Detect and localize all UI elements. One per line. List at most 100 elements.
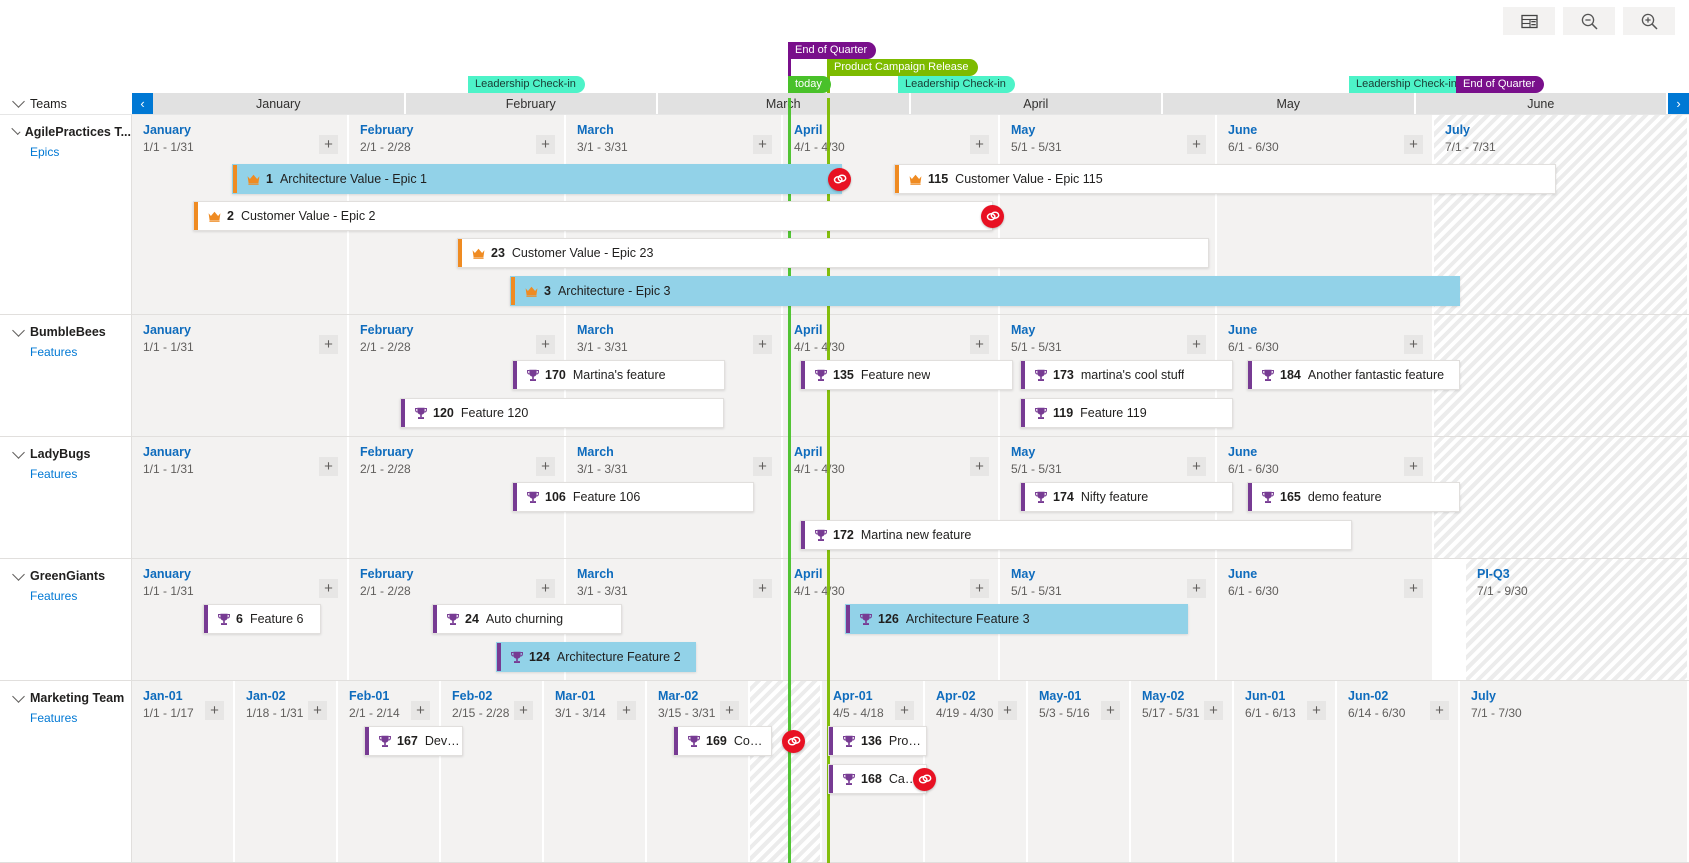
dependency-badge[interactable] <box>782 730 805 753</box>
team-name-row[interactable]: LadyBugs <box>12 445 131 461</box>
add-item-button[interactable]: + <box>970 457 989 476</box>
backlog-level-link[interactable]: Features <box>30 345 131 359</box>
add-item-button[interactable]: + <box>998 701 1017 720</box>
feature-card[interactable]: 172 Martina new feature <box>800 520 1352 550</box>
epic-card[interactable]: 115 Customer Value - Epic 115 <box>894 164 1556 194</box>
feature-card[interactable]: 167 Develo... <box>364 726 463 756</box>
milestone-flag[interactable]: today <box>788 76 831 93</box>
iteration-dates: 2/15 - 2/28 <box>452 706 510 720</box>
add-item-button[interactable]: + <box>411 701 430 720</box>
chevron-down-icon[interactable] <box>11 125 21 135</box>
add-item-button[interactable]: + <box>1404 135 1423 154</box>
add-item-button[interactable]: + <box>617 701 636 720</box>
chevron-down-icon[interactable] <box>12 567 25 581</box>
add-item-button[interactable]: + <box>1101 701 1120 720</box>
feature-card[interactable]: 124 Architecture Feature 2 <box>496 642 696 672</box>
add-item-button[interactable]: + <box>1187 135 1206 154</box>
add-item-button[interactable]: + <box>205 701 224 720</box>
add-item-button[interactable]: + <box>1187 457 1206 476</box>
prev-period-button[interactable]: ‹ <box>132 93 153 114</box>
add-item-button[interactable]: + <box>536 457 555 476</box>
add-item-button[interactable]: + <box>970 335 989 354</box>
milestone-flag[interactable]: Product Campaign Release <box>827 59 978 76</box>
zoom-out-button[interactable] <box>1563 7 1615 35</box>
add-item-button[interactable]: + <box>1404 457 1423 476</box>
dependency-badge[interactable] <box>828 168 851 191</box>
team-name-row[interactable]: BumbleBees <box>12 323 131 339</box>
zoom-in-button[interactable] <box>1623 7 1675 35</box>
feature-card[interactable]: 174 Nifty feature <box>1020 482 1233 512</box>
milestone-flag[interactable]: End of Quarter <box>788 42 877 59</box>
feature-card[interactable]: 173 martina's cool stuff <box>1020 360 1233 390</box>
month-header-may[interactable]: May <box>1163 93 1416 114</box>
add-item-button[interactable]: + <box>536 335 555 354</box>
feature-card[interactable]: 169 Communica... <box>673 726 772 756</box>
backlog-level-link[interactable]: Features <box>30 467 131 481</box>
feature-card[interactable]: 119 Feature 119 <box>1020 398 1233 428</box>
add-item-button[interactable]: + <box>319 335 338 354</box>
chevron-down-icon[interactable] <box>12 689 25 703</box>
team-name-row[interactable]: Marketing Team <box>12 689 131 705</box>
milestone-flag[interactable]: Leadership Check-in <box>1349 76 1466 93</box>
month-header-june[interactable]: June <box>1415 93 1668 114</box>
add-item-button[interactable]: + <box>970 135 989 154</box>
add-item-button[interactable]: + <box>753 135 772 154</box>
add-item-button[interactable]: + <box>1187 335 1206 354</box>
teams-header[interactable]: Teams <box>0 93 132 114</box>
dependency-link-icon <box>918 774 931 784</box>
next-period-button[interactable]: › <box>1668 93 1689 114</box>
epic-card[interactable]: 1 Architecture Value - Epic 1 <box>232 164 842 194</box>
backlog-level-link[interactable]: Epics <box>30 145 131 159</box>
dependency-badge[interactable] <box>913 768 936 791</box>
feature-card[interactable]: 106 Feature 106 <box>512 482 754 512</box>
feature-card[interactable]: 135 Feature new <box>800 360 1013 390</box>
add-item-button[interactable]: + <box>970 579 989 598</box>
month-header-april[interactable]: April <box>910 93 1163 114</box>
month-header-february[interactable]: February <box>405 93 658 114</box>
team-name-row[interactable]: GreenGiants <box>12 567 131 583</box>
feature-card[interactable]: 184 Another fantastic feature <box>1247 360 1460 390</box>
add-item-button[interactable]: + <box>319 579 338 598</box>
table-view-button[interactable] <box>1503 7 1555 35</box>
add-item-button[interactable]: + <box>753 335 772 354</box>
add-item-button[interactable]: + <box>1404 579 1423 598</box>
team-name-row[interactable]: AgilePractices T... <box>11 125 131 139</box>
epic-card[interactable]: 2 Customer Value - Epic 2 <box>193 201 993 231</box>
feature-card[interactable]: 120 Feature 120 <box>400 398 724 428</box>
feature-card[interactable]: 6 Feature 6 <box>203 604 321 634</box>
month-header-march[interactable]: March <box>658 93 911 114</box>
add-item-button[interactable]: + <box>1430 701 1449 720</box>
add-item-button[interactable]: + <box>514 701 533 720</box>
add-item-button[interactable]: + <box>720 701 739 720</box>
add-item-button[interactable]: + <box>319 135 338 154</box>
feature-card[interactable]: 165 demo feature <box>1247 482 1460 512</box>
epic-card[interactable]: 23 Customer Value - Epic 23 <box>457 238 1209 268</box>
add-item-button[interactable]: + <box>536 135 555 154</box>
milestone-flag[interactable]: End of Quarter <box>1456 76 1545 93</box>
add-item-button[interactable]: + <box>753 579 772 598</box>
add-item-button[interactable]: + <box>308 701 327 720</box>
add-item-button[interactable]: + <box>1404 335 1423 354</box>
add-item-button[interactable]: + <box>753 457 772 476</box>
add-item-button[interactable]: + <box>319 457 338 476</box>
milestone-flag[interactable]: Leadership Check-in <box>468 76 585 93</box>
add-item-button[interactable]: + <box>1307 701 1326 720</box>
milestone-flag[interactable]: Leadership Check-in <box>898 76 1015 93</box>
dependency-badge[interactable] <box>981 205 1004 228</box>
add-item-button[interactable]: + <box>536 579 555 598</box>
month-header-january[interactable]: January <box>153 93 406 114</box>
epic-card[interactable]: 3 Architecture - Epic 3 <box>510 276 1460 306</box>
iteration-dates: 4/1 - 4/30 <box>794 140 845 154</box>
card-title: Nifty feature <box>1080 490 1149 504</box>
add-item-button[interactable]: + <box>1187 579 1206 598</box>
backlog-level-link[interactable]: Features <box>30 589 131 603</box>
backlog-level-link[interactable]: Features <box>30 711 131 725</box>
feature-card[interactable]: 126 Architecture Feature 3 <box>845 604 1188 634</box>
feature-card[interactable]: 170 Martina's feature <box>512 360 725 390</box>
chevron-down-icon[interactable] <box>12 323 25 337</box>
feature-card[interactable]: 24 Auto churning <box>432 604 622 634</box>
add-item-button[interactable]: + <box>1204 701 1223 720</box>
feature-card[interactable]: 136 Produc... <box>828 726 927 756</box>
chevron-down-icon[interactable] <box>12 445 25 459</box>
add-item-button[interactable]: + <box>895 701 914 720</box>
